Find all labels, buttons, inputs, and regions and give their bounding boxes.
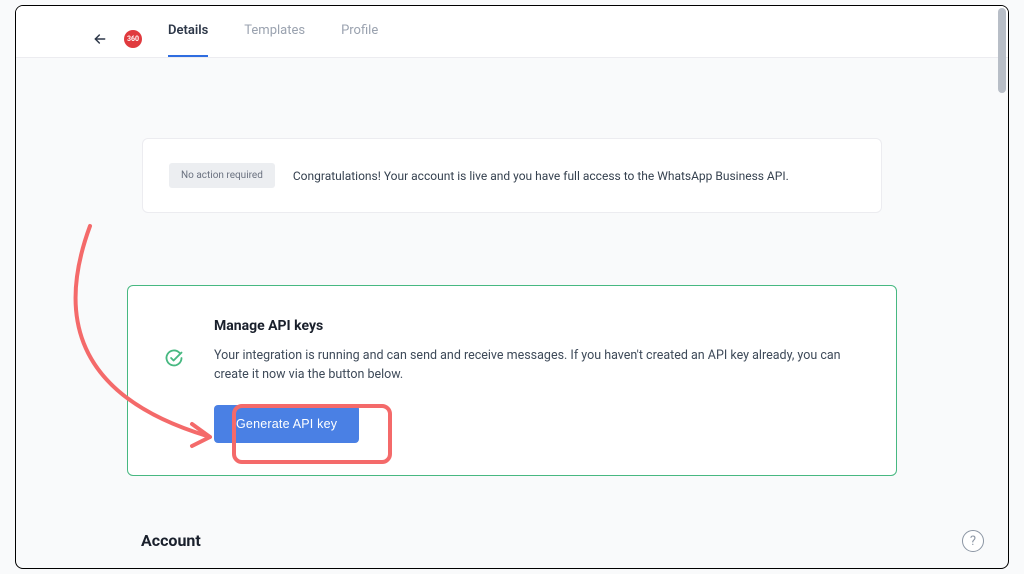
status-badge: No action required — [169, 163, 275, 188]
main-content: No action required Congratulations! Your… — [16, 58, 1008, 496]
status-card: No action required Congratulations! Your… — [142, 138, 882, 213]
back-button[interactable] — [90, 29, 110, 49]
api-card-title: Manage API keys — [214, 318, 866, 334]
tab-profile[interactable]: Profile — [341, 20, 378, 57]
api-keys-card: Manage API keys Your integration is runn… — [127, 285, 897, 476]
tab-templates[interactable]: Templates — [244, 20, 305, 57]
scrollbar-track[interactable] — [996, 6, 1008, 568]
scrollbar-thumb[interactable] — [998, 8, 1006, 93]
account-section-heading: Account — [141, 531, 201, 550]
arrow-left-icon — [92, 31, 108, 47]
tab-details[interactable]: Details — [168, 20, 208, 57]
tab-bar: Details Templates Profile — [168, 20, 378, 57]
generate-api-key-button[interactable]: Generate API key — [214, 405, 359, 443]
header: 360 Details Templates Profile — [16, 6, 1008, 58]
brand-logo: 360 — [124, 30, 142, 48]
api-card-body: Manage API keys Your integration is runn… — [214, 318, 866, 443]
question-mark-icon: ? — [970, 534, 976, 549]
app-frame: 360 Details Templates Profile No action … — [15, 5, 1009, 569]
status-message: Congratulations! Your account is live an… — [293, 169, 789, 183]
check-circle-icon — [164, 348, 184, 368]
help-button[interactable]: ? — [962, 530, 984, 552]
api-card-description: Your integration is running and can send… — [214, 346, 866, 385]
